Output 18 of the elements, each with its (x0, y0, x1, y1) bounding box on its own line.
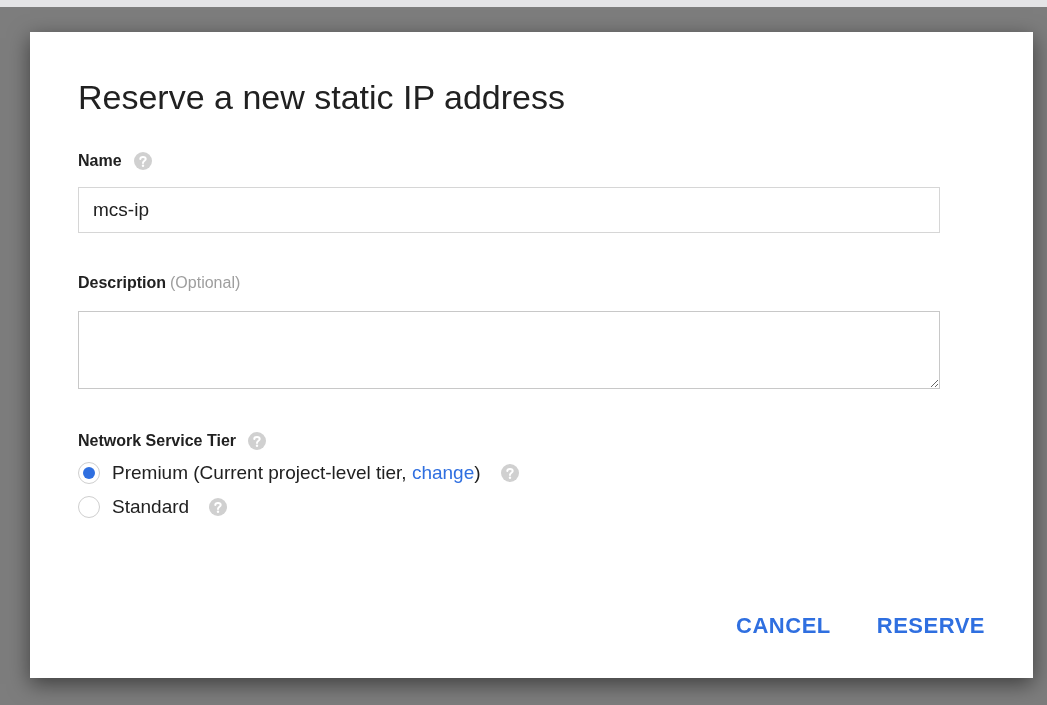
radio-button[interactable] (78, 461, 100, 484)
optional-hint: (Optional) (170, 272, 241, 293)
help-icon[interactable] (133, 151, 152, 170)
help-icon[interactable] (248, 431, 266, 450)
dialog-title: Reserve a new static IP address (78, 77, 566, 118)
name-input[interactable]: mcs-ip (78, 186, 940, 233)
tier-label: Network Service Tier (78, 430, 236, 451)
help-icon[interactable] (209, 498, 228, 517)
reserve-button[interactable]: RESERVE (876, 609, 985, 642)
name-label: Name (78, 150, 122, 171)
cancel-button[interactable]: CANCEL (736, 609, 831, 642)
radio-label: Standard (112, 495, 190, 519)
help-icon[interactable] (500, 463, 519, 482)
description-input[interactable] (78, 310, 940, 389)
radio-button[interactable] (78, 496, 100, 519)
description-label: Description (78, 272, 166, 293)
change-link[interactable]: change (411, 461, 475, 483)
radio-label: Premium (Current project-level tier, change) (112, 460, 481, 485)
